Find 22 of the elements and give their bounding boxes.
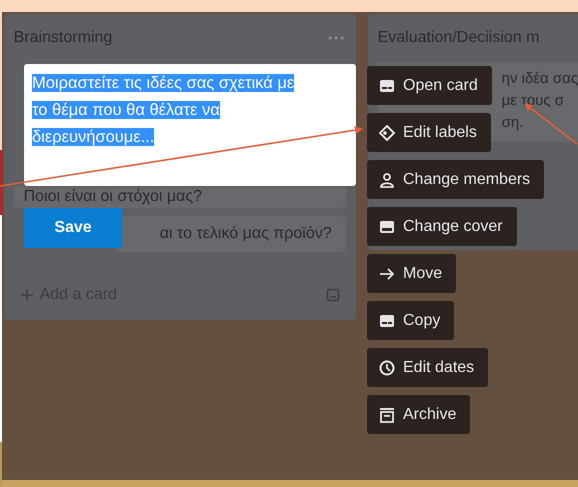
arrow-icon	[379, 266, 395, 282]
archive-icon	[379, 406, 395, 422]
clock-icon	[379, 360, 395, 376]
template-icon[interactable]	[326, 288, 340, 302]
card-text: με τους σ	[502, 91, 564, 111]
card-text: ση.	[502, 113, 524, 133]
card-menu-item[interactable]: Change members	[367, 160, 544, 199]
card-icon	[379, 78, 395, 94]
card-menu-item[interactable]: Edit labels	[367, 113, 491, 152]
card-menu-item[interactable]: Change cover	[367, 207, 517, 246]
card-menu-item[interactable]: Edit dates	[367, 348, 488, 387]
card-menu-item[interactable]: Move	[367, 254, 456, 293]
person-icon	[379, 172, 395, 188]
save-button[interactable]: Save	[24, 208, 122, 248]
card-menu-item[interactable]: Open card	[367, 66, 492, 105]
card-icon	[379, 218, 395, 234]
card-text: ην ιδέα σας	[502, 69, 578, 89]
tag-icon	[379, 124, 395, 140]
card-menu-item[interactable]: Copy	[367, 301, 454, 340]
card-menu-item[interactable]: Archive	[367, 395, 470, 434]
card-icon	[379, 312, 395, 328]
plus-icon	[20, 288, 34, 302]
